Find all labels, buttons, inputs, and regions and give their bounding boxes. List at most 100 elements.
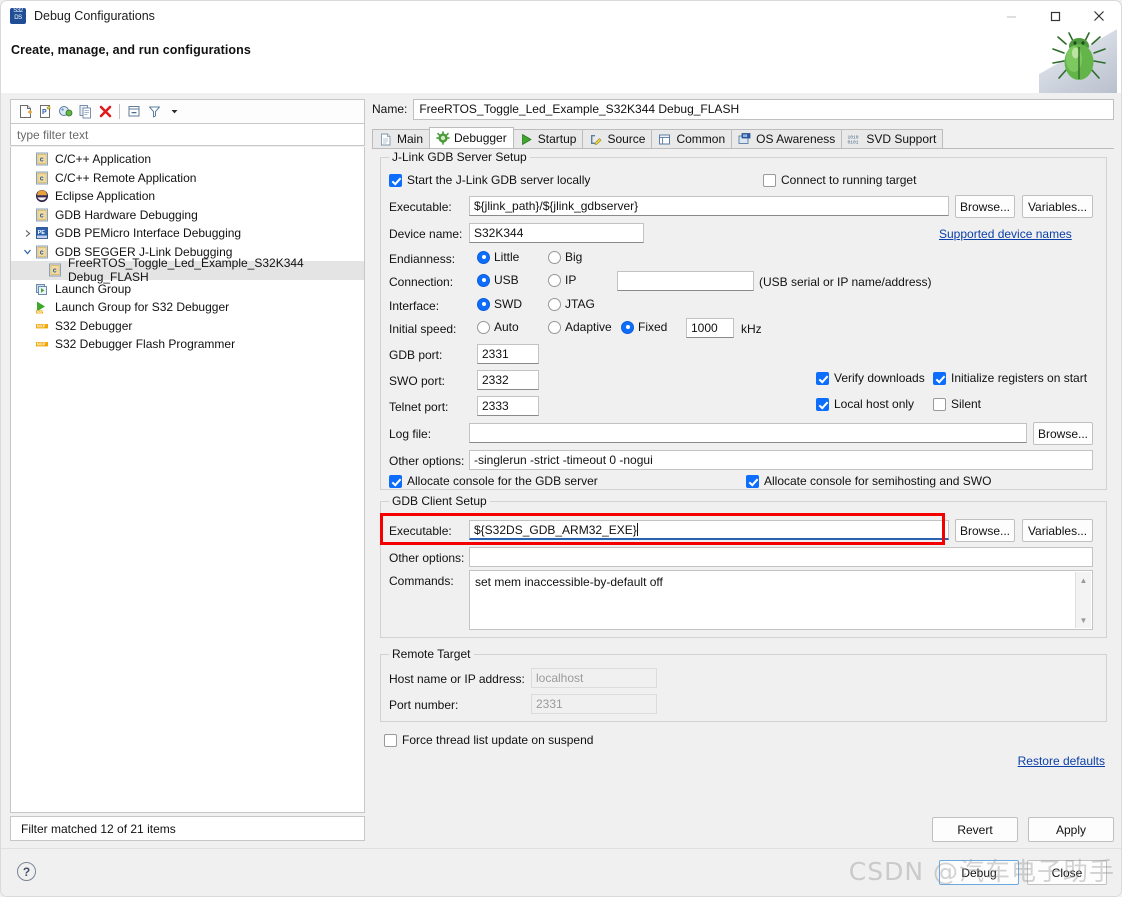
interface-jtag-radio[interactable]: JTAG [548, 297, 595, 311]
device-name-input[interactable]: S32K344 [469, 223, 644, 243]
name-input[interactable]: FreeRTOS_Toggle_Led_Example_S32K344 Debu… [413, 98, 1114, 120]
interface-swd-radio[interactable]: SWD [477, 297, 522, 311]
tree-item-gdb-hardware-debugging[interactable]: c GDB Hardware Debugging [11, 206, 364, 225]
scroll-up-icon[interactable]: ▲ [1076, 573, 1091, 587]
gdb-port-label: GDB port: [389, 348, 443, 362]
connection-usb-radio[interactable]: USB [477, 273, 519, 287]
svg-text:c: c [40, 175, 44, 182]
jlink-executable-browse-button[interactable]: Browse... [955, 195, 1015, 218]
supported-device-names-link[interactable]: Supported device names [939, 227, 1072, 241]
pemicro-icon: PE [34, 225, 50, 241]
help-question-icon[interactable]: ? [17, 862, 36, 881]
radio-label: SWD [494, 297, 522, 311]
gdb-port-value: 2331 [482, 347, 509, 361]
local-host-only-checkbox[interactable]: Local host only [816, 397, 914, 411]
force-thread-list-update-checkbox[interactable]: Force thread list update on suspend [384, 733, 593, 747]
tree-item-s32-debugger[interactable]: NXP S32 Debugger [11, 317, 364, 336]
speed-fixed-radio[interactable]: Fixed [621, 320, 667, 334]
gdb-client-variables-button[interactable]: Variables... [1022, 519, 1093, 542]
allocate-console-semihosting-checkbox[interactable]: Allocate console for semihosting and SWO [746, 474, 991, 488]
speed-value-input[interactable]: 1000 [686, 318, 734, 338]
host-name-input[interactable]: localhost [531, 668, 657, 688]
svg-text:c: c [40, 249, 44, 256]
checkbox-box [933, 371, 946, 385]
connect-running-target-checkbox[interactable]: Connect to running target [763, 173, 916, 187]
swo-port-input[interactable]: 2332 [477, 370, 539, 390]
source-edit-icon [588, 132, 603, 146]
tree-item-gdb-pemicro-interface-debugging[interactable]: PE GDB PEMicro Interface Debugging [11, 224, 364, 243]
gdb-commands-textarea[interactable]: set mem inaccessible-by-default off ▲ ▼ [469, 570, 1093, 630]
tab-source[interactable]: Source [582, 129, 653, 148]
log-file-input[interactable] [469, 423, 1027, 443]
new-launch-configuration-icon[interactable] [15, 102, 35, 122]
commands-scrollbar[interactable]: ▲ ▼ [1075, 572, 1091, 628]
configurations-tree[interactable]: c C/C++ Application c C/C++ Remote Appli… [10, 147, 365, 813]
gdb-client-browse-button[interactable]: Browse... [955, 519, 1015, 542]
speed-auto-radio[interactable]: Auto [477, 320, 519, 334]
tree-item-label: GDB PEMicro Interface Debugging [55, 226, 242, 241]
chevron-down-icon[interactable] [21, 245, 34, 258]
configuration-editor: Name: FreeRTOS_Toggle_Led_Example_S32K34… [372, 98, 1114, 842]
gdb-client-group-title: GDB Client Setup [389, 494, 490, 508]
tree-item-label: Eclipse Application [55, 189, 156, 204]
close-button[interactable]: Close [1027, 860, 1107, 885]
common-window-icon [657, 132, 672, 146]
delete-icon[interactable] [95, 102, 115, 122]
tree-item-c-cpp-application[interactable]: c C/C++ Application [11, 150, 364, 169]
new-prototype-icon[interactable]: P [35, 102, 55, 122]
minimize-icon[interactable] [989, 1, 1033, 31]
button-label: Debug [961, 865, 997, 880]
silent-checkbox[interactable]: Silent [933, 397, 981, 411]
gdb-port-input[interactable]: 2331 [477, 344, 539, 364]
gdb-client-other-options-input[interactable] [469, 547, 1093, 567]
radio-box [548, 250, 561, 264]
radio-box [621, 320, 634, 334]
remote-target-group: Remote Target Host name or IP address: l… [380, 647, 1107, 722]
button-label: Variables... [1027, 199, 1088, 214]
jlink-other-options-input[interactable]: -singlerun -strict -timeout 0 -nogui [469, 450, 1093, 470]
export-configuration-icon[interactable] [55, 102, 75, 122]
checkbox-box [763, 173, 776, 187]
tree-item-s32-debugger-flash-programmer[interactable]: NXP S32 Debugger Flash Programmer [11, 335, 364, 354]
debug-button[interactable]: Debug [939, 860, 1019, 885]
tab-label: Main [397, 132, 424, 146]
collapse-all-icon[interactable] [124, 102, 144, 122]
log-file-browse-button[interactable]: Browse... [1033, 422, 1093, 445]
tree-item-freertos-toggle-led-example[interactable]: c FreeRTOS_Toggle_Led_Example_S32K344 De… [11, 256, 364, 284]
tab-label: OS Awareness [756, 132, 836, 146]
apply-button[interactable]: Apply [1028, 817, 1114, 842]
start-jlink-server-checkbox[interactable]: Start the J-Link GDB server locally [389, 173, 590, 187]
chevron-right-icon[interactable] [21, 227, 34, 240]
restore-defaults-link[interactable]: Restore defaults [1018, 754, 1105, 768]
tree-item-eclipse-application[interactable]: Eclipse Application [11, 187, 364, 206]
tree-item-launch-group-s32-debugger[interactable]: NXP Launch Group for S32 Debugger [11, 298, 364, 317]
speed-adaptive-radio[interactable]: Adaptive [548, 320, 612, 334]
telnet-port-input[interactable]: 2333 [477, 396, 539, 416]
connection-hint: (USB serial or IP name/address) [759, 275, 932, 289]
tab-main[interactable]: Main [372, 129, 431, 148]
view-menu-icon[interactable] [164, 102, 184, 122]
jlink-executable-variables-button[interactable]: Variables... [1022, 195, 1093, 218]
radio-box [477, 250, 490, 264]
revert-button[interactable]: Revert [932, 817, 1018, 842]
tab-svd-support[interactable]: 1010 0101 SVD Support [841, 129, 944, 148]
gdb-client-executable-input[interactable]: ${S32DS_GDB_ARM32_EXE} [469, 520, 949, 540]
tab-os-awareness[interactable]: 05 OS Awareness [731, 129, 843, 148]
endianness-little-radio[interactable]: Little [477, 250, 519, 264]
allocate-console-gdb-checkbox[interactable]: Allocate console for the GDB server [389, 474, 598, 488]
connection-address-input[interactable] [617, 271, 754, 291]
duplicate-icon[interactable] [75, 102, 95, 122]
connection-ip-radio[interactable]: IP [548, 273, 576, 287]
scroll-down-icon[interactable]: ▼ [1076, 613, 1091, 627]
tab-startup[interactable]: Startup [512, 129, 584, 148]
tab-common[interactable]: Common [651, 129, 733, 148]
jlink-executable-input[interactable]: ${jlink_path}/${jlink_gdbserver} [469, 196, 949, 216]
initialize-registers-checkbox[interactable]: Initialize registers on start [933, 371, 1087, 385]
filter-icon[interactable] [144, 102, 164, 122]
port-number-input[interactable]: 2331 [531, 694, 657, 714]
verify-downloads-checkbox[interactable]: Verify downloads [816, 371, 925, 385]
endianness-big-radio[interactable]: Big [548, 250, 582, 264]
tab-debugger[interactable]: Debugger [429, 127, 514, 148]
tree-item-c-cpp-remote-application[interactable]: c C/C++ Remote Application [11, 169, 364, 188]
filter-input[interactable]: type filter text [10, 123, 365, 146]
